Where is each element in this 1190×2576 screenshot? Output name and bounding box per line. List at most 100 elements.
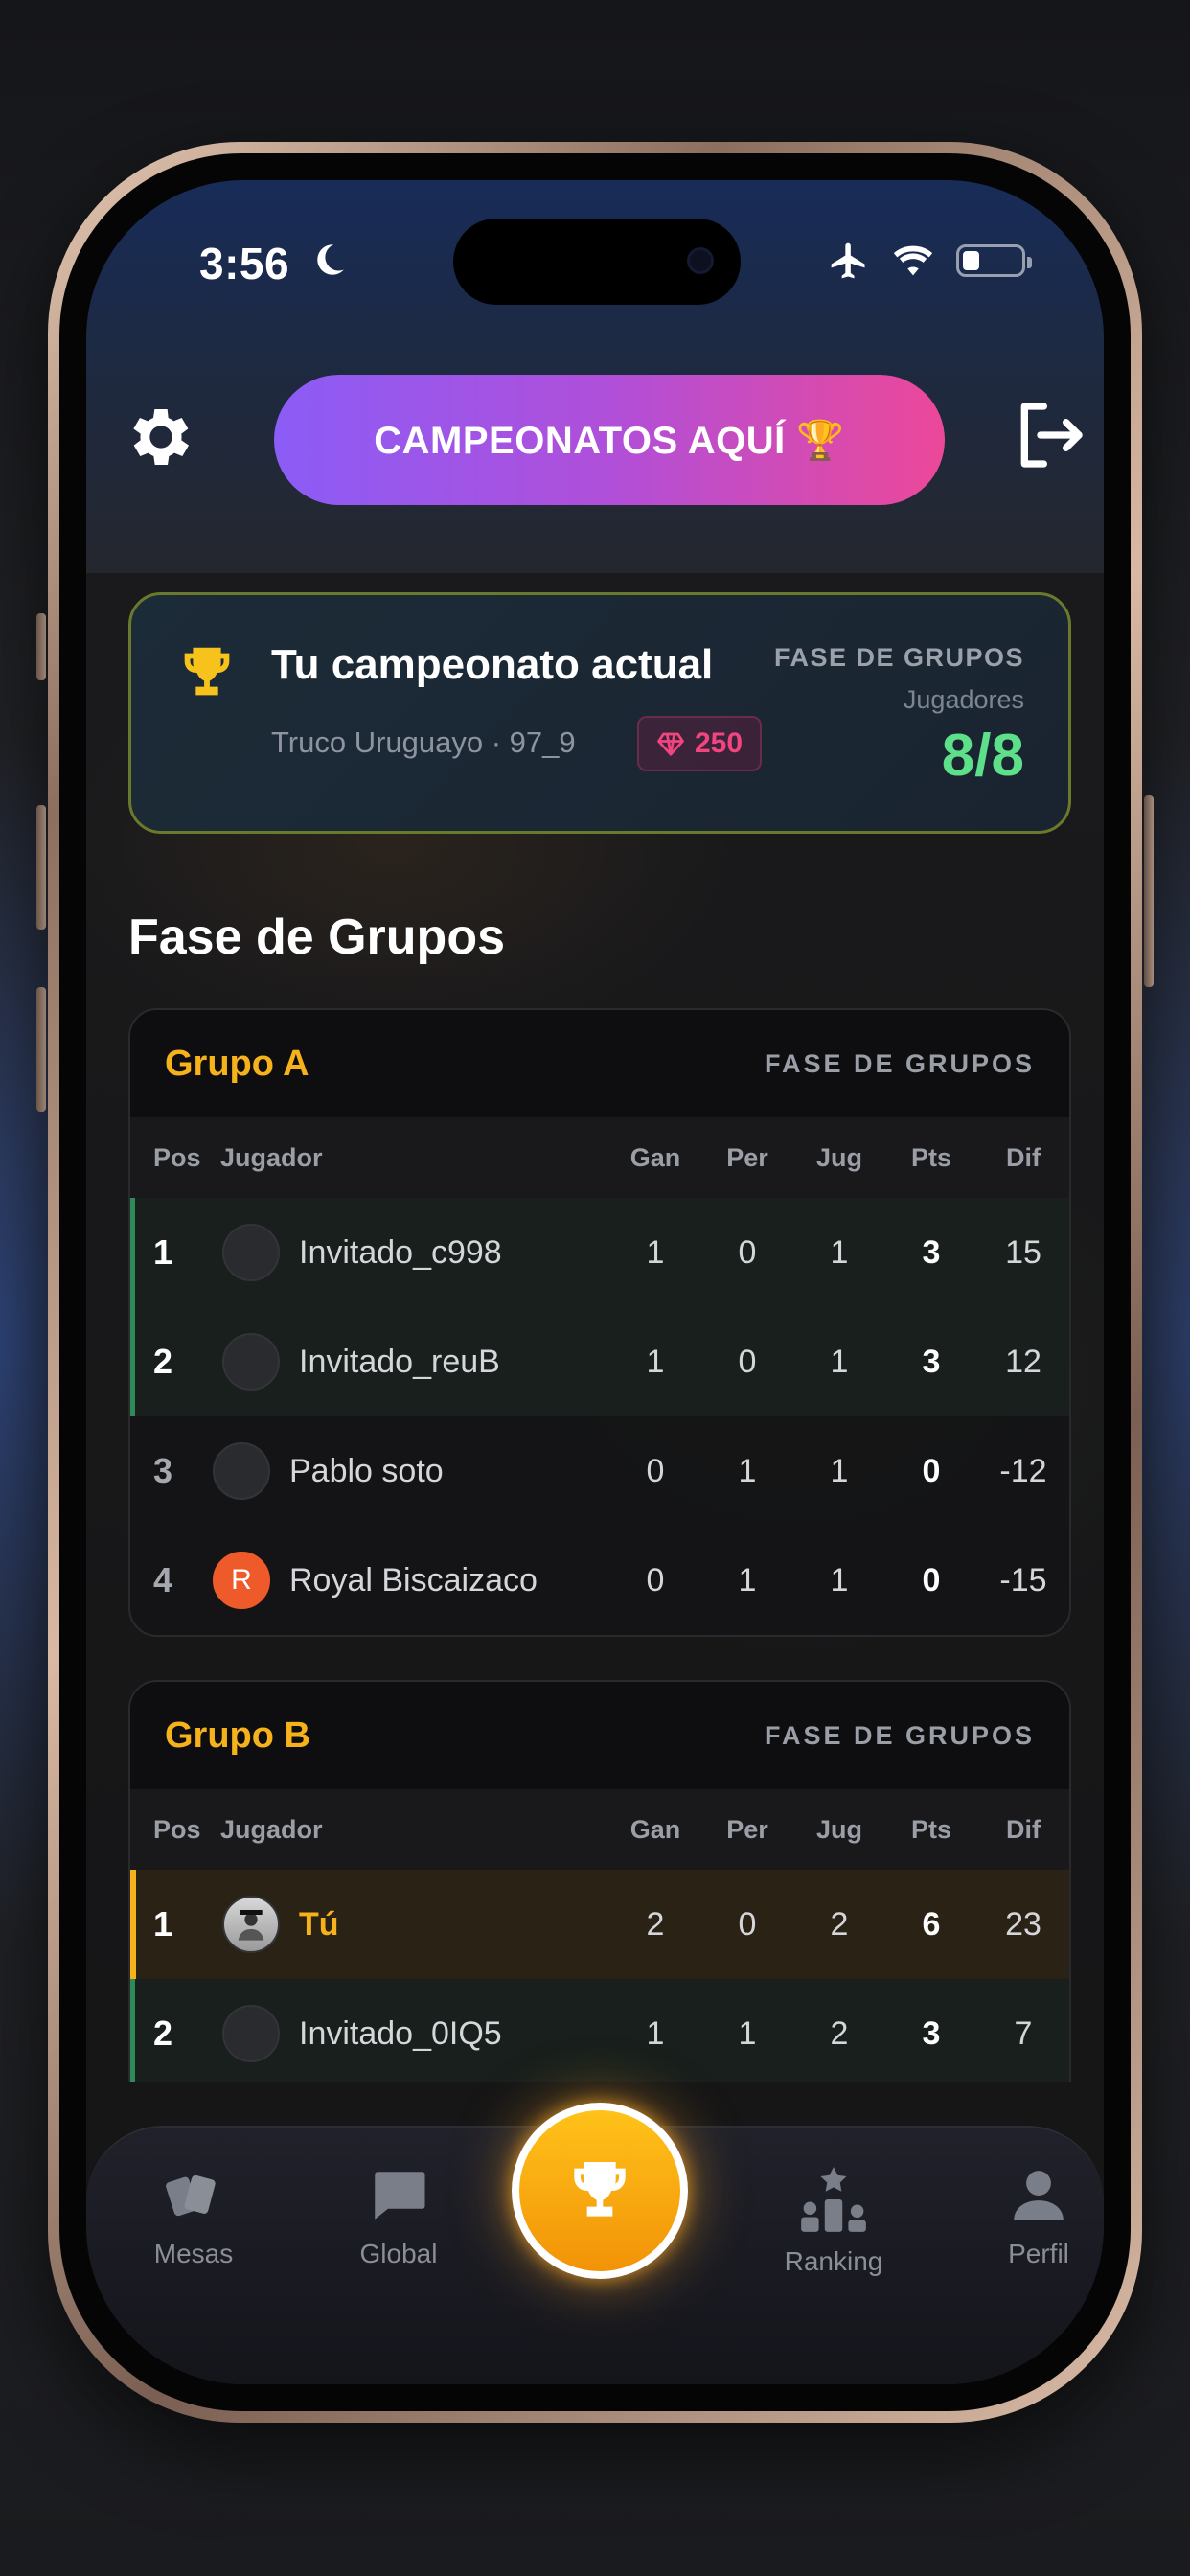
section-title: Fase de Grupos [128,909,505,965]
table-header: Pos Jugador Gan Per Jug Pts Dif [130,1117,1069,1198]
player-name: Pablo soto [289,1452,444,1489]
row-pos: 4 [153,1560,173,1599]
nav-ranking[interactable]: Ranking [757,2166,910,2277]
group-card-a: Grupo A FASE DE GRUPOS Pos Jugador Gan P… [128,1008,1071,1637]
row-diff: 12 [1005,1343,1041,1380]
row-points: 3 [922,1343,941,1380]
player-name: Royal Biscaizaco [289,1561,538,1598]
group-header: Grupo A FASE DE GRUPOS [130,1010,1069,1117]
row-lost: 1 [738,1561,757,1598]
app-screen: 3:56 CAMPEONATOS AQUÍ 🏆 Tu campeonato ac… [86,180,1104,2384]
row-diff: 15 [1005,1233,1041,1271]
row-lost: 1 [738,1452,757,1489]
row-points: 3 [922,1233,941,1271]
row-won: 0 [646,1561,665,1598]
row-played: 1 [830,1233,849,1271]
row-points: 3 [922,2014,941,2052]
volume-up-button [36,805,46,930]
wifi-icon [893,245,933,276]
table-row[interactable]: 4 R Royal Biscaizaco 0 1 1 0 -15 [130,1526,1069,1635]
action-button [36,613,46,680]
row-pos: 1 [153,1904,173,1944]
power-button [1144,795,1154,987]
chat-icon [375,2172,425,2220]
row-won: 1 [646,1343,665,1380]
row-points: 0 [922,1452,941,1489]
row-won: 1 [646,2014,665,2052]
gear-icon[interactable] [123,399,199,475]
card-title: Tu campeonato actual [271,641,714,688]
col-points: Pts [910,1142,952,1172]
row-won: 2 [646,1905,665,1943]
table-header: Pos Jugador Gan Per Jug Pts Dif [130,1789,1069,1870]
row-played: 1 [830,1343,849,1380]
row-diff: -12 [999,1452,1047,1489]
group-card-b: Grupo B FASE DE GRUPOS Pos Jugador Gan P… [128,1680,1071,2082]
row-diff: 7 [1014,2014,1033,2052]
nav-perfil[interactable]: Perfil [962,2166,1104,2269]
gem-icon [657,732,684,756]
col-played: Jug [815,1142,862,1172]
row-lost: 1 [738,2014,757,2052]
player-name: Invitado_reuB [299,1343,500,1380]
players-count: 8/8 [941,723,1024,789]
moon-icon [317,244,344,275]
group-phase: FASE DE GRUPOS [764,1048,1035,1078]
card-phase: FASE DE GRUPOS [773,643,1024,672]
card-subtitle: Truco Uruguayo · 97_9 [271,725,576,759]
table-row[interactable]: 2 Invitado_reuB 1 0 1 3 12 [130,1307,1069,1416]
col-points: Pts [910,1814,952,1844]
row-diff: 23 [1005,1905,1041,1943]
nav-global-label: Global [359,2239,438,2268]
table-row-current-user[interactable]: 1 Tú 2 0 2 6 23 [130,1870,1069,1979]
col-lost: Per [726,1142,768,1172]
trophy-icon [184,647,230,696]
dynamic-island [453,218,741,305]
nav-mesas[interactable]: Mesas [117,2166,270,2269]
group-header: Grupo B FASE DE GRUPOS [130,1682,1069,1789]
row-pos: 2 [153,1342,173,1381]
col-pos: Pos [153,1142,201,1172]
row-played: 1 [830,1561,849,1598]
avatar: R [213,1552,270,1609]
phone-frame: 3:56 CAMPEONATOS AQUÍ 🏆 Tu campeonato ac… [48,142,1142,2423]
volume-down-button [36,987,46,1112]
col-diff: Dif [1006,1814,1041,1844]
group-name: Grupo B [165,1714,310,1756]
nav-mesas-label: Mesas [153,2239,234,2268]
col-played: Jug [815,1814,862,1844]
avatar [213,1442,270,1500]
row-played: 1 [830,1452,849,1489]
status-time: 3:56 [199,239,290,288]
col-player: Jugador [220,1142,323,1172]
person-icon [1014,2171,1064,2220]
row-won: 1 [646,1233,665,1271]
status-icons [828,240,1032,282]
avatar [222,2005,280,2062]
row-pos: 3 [153,1451,173,1490]
championship-fab-button[interactable] [512,2103,688,2279]
player-name: Invitado_0IQ5 [299,2014,502,2052]
row-pos: 1 [153,1232,173,1272]
trophy-icon [574,2162,626,2217]
col-diff: Dif [1006,1142,1041,1172]
current-championship-card[interactable]: Tu campeonato actual Truco Uruguayo · 97… [128,592,1071,834]
championships-button[interactable]: CAMPEONATOS AQUÍ 🏆 [274,375,945,505]
player-name: Tú [299,1905,339,1943]
row-diff: -15 [999,1561,1047,1598]
col-player: Jugador [220,1814,323,1844]
nav-global[interactable]: Global [322,2166,475,2269]
logout-icon[interactable] [1012,397,1088,473]
col-won: Gan [629,1142,681,1172]
col-won: Gan [629,1814,681,1844]
col-pos: Pos [153,1814,201,1844]
gem-count: 250 [695,727,744,759]
table-row[interactable]: 1 Invitado_c998 1 0 1 3 15 [130,1198,1069,1307]
row-points: 0 [922,1561,941,1598]
airplane-icon [831,242,865,279]
table-row[interactable]: 3 Pablo soto 0 1 1 0 -12 [130,1416,1069,1526]
row-won: 0 [646,1452,665,1489]
table-row[interactable]: 2 Invitado_0IQ5 1 1 2 3 7 [130,1979,1069,2082]
row-played: 2 [830,2014,849,2052]
group-name: Grupo A [165,1043,309,1084]
